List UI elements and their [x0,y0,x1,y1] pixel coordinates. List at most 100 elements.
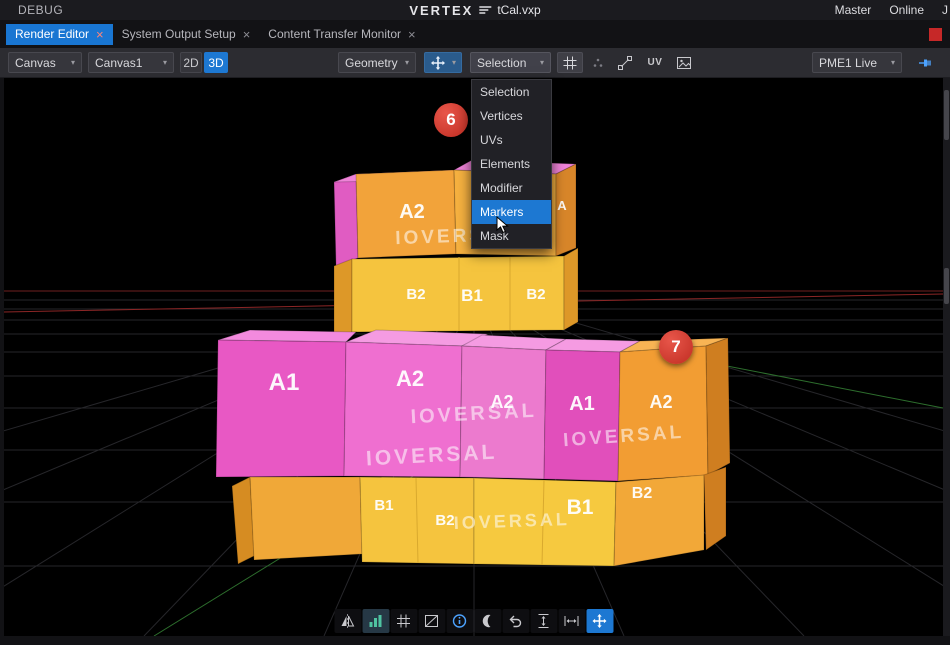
close-icon[interactable]: × [408,28,416,41]
mirror-icon [340,613,356,629]
menu-item-markers[interactable]: Markers [472,200,551,224]
close-icon[interactable]: × [96,28,104,41]
output-select[interactable]: PME1 Live ▾ [812,52,902,73]
tab-label: Content Transfer Monitor [268,27,401,41]
fit-horizontal-button[interactable] [558,609,585,633]
pin-icon [917,55,933,71]
chevron-down-icon: ▾ [891,58,895,67]
scrollbar-thumb[interactable] [944,268,949,304]
uv-icon: UV [648,57,663,68]
menu-item-uvs[interactable]: UVs [472,128,551,152]
scrollbar-thumb[interactable] [944,90,949,140]
svg-text:A1: A1 [269,369,300,396]
annotation-badge-7: 7 [659,330,693,364]
svg-text:B1: B1 [374,497,393,514]
menu-item-elements[interactable]: Elements [472,152,551,176]
svg-text:B2: B2 [406,286,425,303]
fit-vertical-button[interactable] [530,609,557,633]
titlebar-right: Master Online J [835,0,948,20]
selection-dropdown-menu: Selection Vertices UVs Elements Modifier… [471,79,552,249]
undo-arrow-icon [508,613,524,629]
info-button[interactable] [446,609,473,633]
fit-vertical-icon [536,613,552,629]
record-indicator[interactable] [929,28,942,41]
crescent-icon [480,613,496,629]
canvas-select[interactable]: Canvas ▾ [8,52,82,73]
debug-label: DEBUG [18,3,63,17]
window-title: VERTEX tCal.vxp [409,0,540,20]
titlebar: DEBUG VERTEX tCal.vxp Master Online J [0,0,950,20]
svg-text:A: A [557,198,567,213]
dots-icon [590,55,606,71]
mouse-cursor-icon [496,216,510,234]
annotation-badge-6: 6 [434,103,468,137]
close-icon[interactable]: × [243,28,251,41]
pin-panel-button[interactable] [912,52,938,73]
geometry-select[interactable]: Geometry ▾ [338,52,416,73]
tab-content-transfer-monitor[interactable]: Content Transfer Monitor × [259,24,424,45]
move-tool-button[interactable] [586,609,613,633]
edit-vertices-button[interactable] [612,52,638,73]
svg-text:A2: A2 [399,201,425,223]
texture-view-button[interactable] [671,52,697,73]
main-toolbar: Canvas ▾ Canvas1 ▾ 2D 3D Geometry ▾ ▾ Se… [0,48,950,78]
selection-mode-select[interactable]: Selection ▾ [470,52,551,73]
chevron-down-icon: ▾ [405,58,409,67]
mode-3d-button[interactable]: 3D [204,52,228,73]
grid-toggle-button[interactable] [557,52,583,73]
svg-text:A2: A2 [396,366,424,391]
no-texture-icon [424,613,440,629]
grid-icon [396,613,412,629]
svg-text:A1: A1 [569,393,595,415]
menu-item-mask[interactable]: Mask [472,224,551,248]
project-file-name: tCal.vxp [497,3,540,17]
tab-label: Render Editor [15,27,89,41]
menu-item-modifier[interactable]: Modifier [472,176,551,200]
fit-horizontal-icon [564,613,580,629]
image-frame-icon [676,55,692,71]
app-name: VERTEX [409,3,473,18]
tab-render-editor[interactable]: Render Editor × [6,24,113,45]
info-icon [452,613,468,629]
move-icon [592,613,608,629]
svg-text:B2: B2 [526,286,545,303]
svg-text:B2: B2 [632,485,653,502]
vertex-logo-icon [478,5,492,15]
mode-2d-button[interactable]: 2D [180,52,202,73]
svg-text:A2: A2 [649,392,672,412]
texture-off-button[interactable] [418,609,445,633]
undo-button[interactable] [502,609,529,633]
svg-text:B1: B1 [567,496,594,519]
menu-item-selection[interactable]: Selection [472,80,551,104]
tab-label: System Output Setup [122,27,236,41]
grid-icon [562,55,578,71]
viewport-scrollbar[interactable] [943,78,950,636]
app-window: DEBUG VERTEX tCal.vxp Master Online J Re… [0,0,950,645]
tab-bar: Render Editor × System Output Setup × Co… [0,20,950,48]
falloff-button[interactable] [474,609,501,633]
snap-points-button[interactable] [587,52,609,73]
svg-text:IOVERSAL: IOVERSAL [453,509,570,533]
chevron-down-icon: ▾ [452,58,456,67]
grid-toggle-button[interactable] [390,609,417,633]
chevron-down-icon: ▾ [540,58,544,67]
bottom-strip [0,636,950,645]
chevron-down-icon: ▾ [71,58,75,67]
svg-text:B1: B1 [461,286,483,305]
mirror-button[interactable] [334,609,361,633]
master-menu[interactable]: Master [835,3,872,17]
move-tool-button[interactable]: ▾ [424,52,462,73]
chevron-down-icon: ▾ [163,58,167,67]
move-icon [430,55,446,71]
levels-icon [368,613,384,629]
viewport-toolbar [334,609,613,633]
online-status[interactable]: Online [889,3,924,17]
tab-system-output-setup[interactable]: System Output Setup × [113,24,260,45]
levels-button[interactable] [362,609,389,633]
uv-mode-button[interactable]: UV [642,52,668,73]
svg-text:B2: B2 [435,512,454,529]
canvas-name-select[interactable]: Canvas1 ▾ [88,52,174,73]
vertex-edge-icon [617,55,633,71]
menu-item-vertices[interactable]: Vertices [472,104,551,128]
user-menu[interactable]: J [942,3,948,17]
